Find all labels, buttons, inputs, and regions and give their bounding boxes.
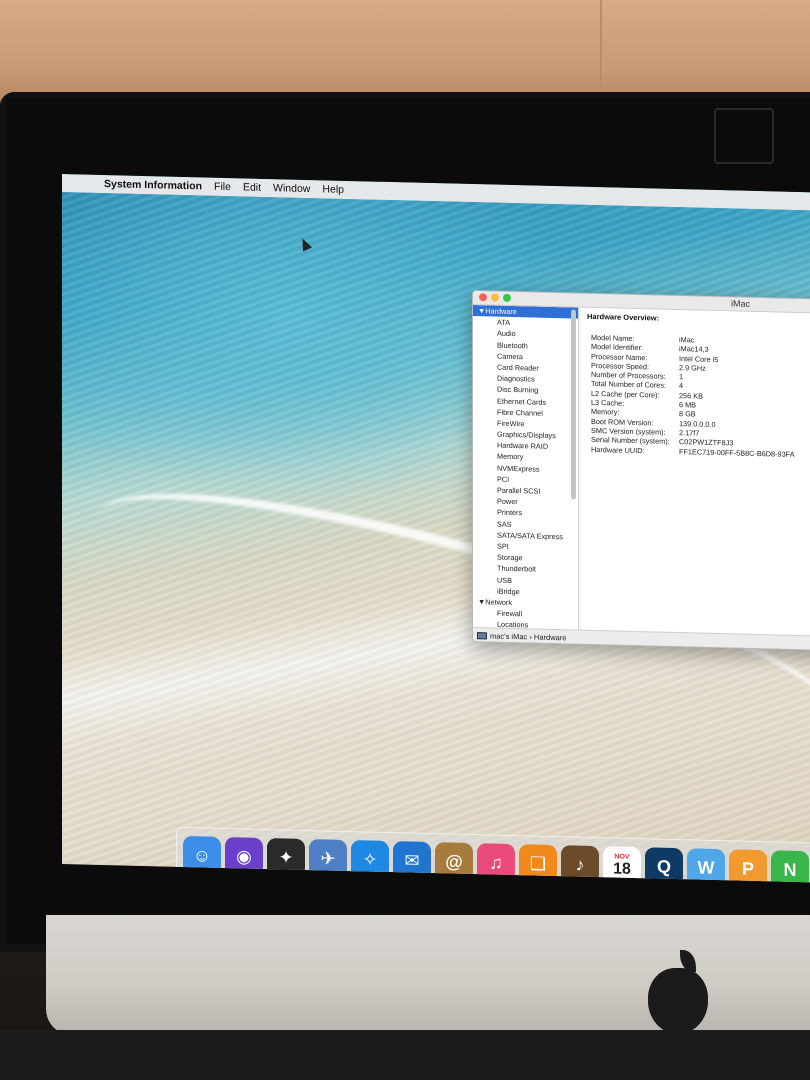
menu-app-name[interactable]: System Information [98,178,208,193]
overview-value: 8 GB [679,409,696,419]
computer-icon [477,632,487,640]
window-title: iMac [731,298,751,309]
menu-file[interactable]: File [208,181,237,194]
apple-menu-icon[interactable] [72,183,94,184]
overview-value: 6 MB [679,400,697,410]
overview-value: FF1EC719-00FF-5B8C-B6D8-93FA [679,446,795,459]
numbers-icon[interactable]: N [771,850,809,883]
sidebar: ▼Hardware ATA Audio Bluetooth Camera Card Rea… [473,305,579,630]
overview-title: Hardware Overview: [587,311,660,323]
sidebar-scrollbar[interactable] [571,309,576,500]
pages-icon[interactable]: P [729,849,767,883]
menu-help[interactable]: Help [316,183,350,196]
menu-window[interactable]: Window [267,182,316,195]
hardware-overview-panel: Hardware Overview: Model Name: iMac Model … [581,307,810,636]
desk [0,1030,810,1080]
quicktime-icon[interactable]: Q [645,847,683,883]
apple-logo [648,968,708,1034]
overview-value: 4 [679,381,684,391]
screen: System Information File Edit Window Help… [62,174,810,883]
overview-key: Hardware UUID: [591,444,645,455]
calendar-icon[interactable]: NOV 18 [603,846,641,883]
minimize-button[interactable] [491,293,499,302]
close-button[interactable] [479,293,487,302]
overview-value: 1 [679,372,684,382]
menu-edit[interactable]: Edit [237,181,267,194]
wall [0,0,810,100]
camera-sticker [714,108,774,164]
overview-value: iMac [679,335,695,345]
overview-value: 2.17f7 [679,428,700,438]
zoom-button[interactable] [503,293,511,302]
system-information-window: iMac ▼Hardware ATA Audio Bluetooth Camera Car… [472,290,810,651]
calendar-day: 18 [613,859,631,878]
word-icon[interactable]: W [687,848,725,883]
